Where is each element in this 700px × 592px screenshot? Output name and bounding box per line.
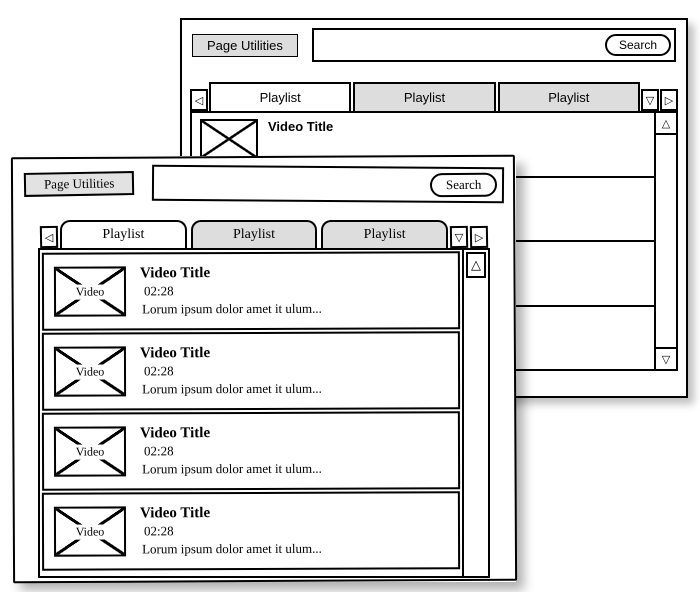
video-summary: Lorum ipsum dolor amet it ulum... [142,301,322,318]
tab-playlist[interactable]: Playlist [209,82,351,111]
tab-dropdown-icon[interactable]: ▽ [641,89,659,111]
tab-playlist[interactable]: Playlist [498,82,640,111]
front-list: Video Video Title 02:28 Lorum ipsum dolo… [38,248,490,578]
video-thumbnail-icon: Video [54,346,126,396]
scroll-down-icon[interactable]: ▽ [656,347,676,369]
video-summary: Lorum ipsum dolor amet it ulum... [142,541,322,558]
search-input[interactable] [317,38,605,53]
search-button[interactable]: Search [605,34,671,56]
tab-playlist[interactable]: Playlist [353,82,495,111]
tab-scroll-right-icon[interactable]: ▷ [470,226,488,248]
page-utilities-label: Page Utilities [24,171,135,197]
scrollbar[interactable]: △ ▽ [654,113,676,369]
video-title: Video Title [268,119,333,134]
back-tabrow: ◁ Playlist Playlist Playlist ▽ ▷ [182,82,686,111]
video-duration: 02:28 [144,363,322,380]
list-item[interactable]: Video Video Title 02:28 Lorum ipsum dolo… [42,411,460,490]
search-box: Search [152,165,504,203]
list-item[interactable]: Video Video Title 02:28 Lorum ipsum dolo… [42,331,460,410]
video-thumbnail-icon: Video [54,266,126,316]
video-thumbnail-icon: Video [54,426,126,476]
video-summary: Lorum ipsum dolor amet it ulum... [142,381,322,398]
tab-scroll-left-icon[interactable]: ◁ [40,226,58,248]
front-tabrow: ◁ Playlist Playlist Playlist ▽ ▷ [12,220,516,248]
video-title: Video Title [140,265,322,283]
video-title: Video Title [140,345,322,363]
tab-scroll-right-icon[interactable]: ▷ [660,89,678,111]
scroll-track[interactable] [464,280,488,576]
search-box: Search [312,28,676,62]
tab-dropdown-icon[interactable]: ▽ [450,226,468,248]
front-panel: Page Utilities Search ◁ Playlist Playlis… [12,156,516,582]
search-button[interactable]: Search [430,173,498,198]
video-title: Video Title [140,425,322,443]
list-item[interactable]: Video Video Title 02:28 Lorum ipsum dolo… [42,251,460,330]
tab-playlist[interactable]: Playlist [60,220,187,248]
video-duration: 02:28 [144,443,322,460]
video-summary: Lorum ipsum dolor amet it ulum... [142,461,322,478]
tab-playlist[interactable]: Playlist [191,220,318,248]
scroll-up-icon[interactable]: △ [466,252,486,278]
front-topbar: Page Utilities Search [12,156,516,212]
video-thumbnail-icon [200,119,258,159]
page-utilities-label: Page Utilities [192,34,298,57]
tab-scroll-left-icon[interactable]: ◁ [190,89,208,111]
video-duration: 02:28 [144,283,322,300]
list-item[interactable]: Video Video Title 02:28 Lorum ipsum dolo… [42,491,460,570]
video-thumbnail-icon: Video [54,506,126,556]
scroll-up-icon[interactable]: △ [656,113,676,135]
scrollbar[interactable]: △ [462,250,488,576]
back-topbar: Page Utilities Search [182,20,686,70]
video-title: Video Title [140,505,322,523]
tab-playlist[interactable]: Playlist [321,220,448,248]
search-input[interactable] [158,175,430,193]
video-duration: 02:28 [144,523,322,540]
